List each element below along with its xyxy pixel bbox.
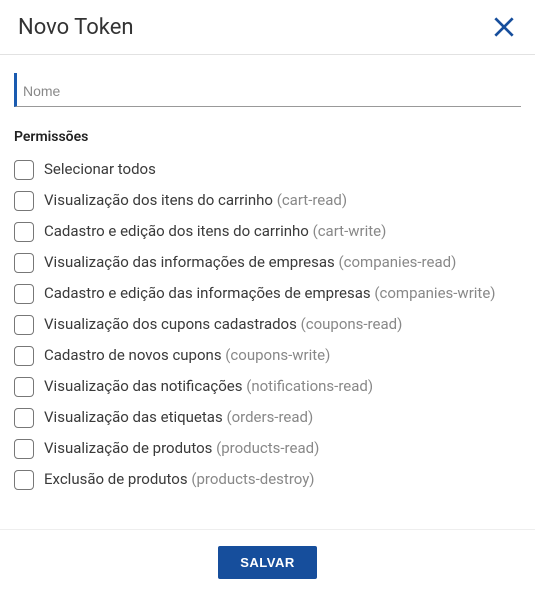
permission-row: Visualização das notificações (notificat…: [14, 376, 521, 397]
permission-label: Selecionar todos: [44, 159, 156, 179]
permission-label-text: Visualização das etiquetas: [44, 408, 223, 426]
permission-row: Selecionar todos: [14, 159, 521, 180]
permission-slug: (coupons-read): [301, 315, 403, 333]
permission-label: Visualização das informações de empresas…: [44, 252, 456, 272]
permission-label-text: Selecionar todos: [44, 160, 156, 178]
permission-slug: (companies-read): [339, 253, 457, 271]
modal-title: Novo Token: [18, 15, 134, 40]
permission-checkbox[interactable]: [14, 191, 34, 211]
permission-slug: (products-destroy): [191, 470, 314, 488]
permission-row: Visualização dos cupons cadastrados (cou…: [14, 314, 521, 335]
permission-label: Exclusão de produtos (products-destroy): [44, 469, 315, 489]
token-modal: Novo Token Permissões Selecionar todos Vi…: [0, 0, 535, 597]
modal-footer: SALVAR: [0, 529, 535, 597]
modal-header: Novo Token: [0, 0, 535, 55]
permission-slug: (notifications-read): [246, 377, 373, 395]
close-icon[interactable]: [491, 14, 517, 40]
permission-checkbox[interactable]: [14, 222, 34, 242]
permissions-label: Permissões: [14, 129, 521, 145]
permission-label-text: Cadastro e edição dos itens do carrinho: [44, 222, 309, 240]
modal-content: Permissões Selecionar todos Visualização …: [0, 55, 535, 529]
permissions-list: Selecionar todos Visualização dos itens d…: [14, 159, 521, 490]
permission-label-text: Exclusão de produtos: [44, 470, 188, 488]
permission-slug: (cart-write): [313, 222, 387, 240]
permission-slug: (coupons-write): [225, 346, 330, 364]
permission-label-text: Visualização das notificações: [44, 377, 242, 395]
permission-checkbox[interactable]: [14, 377, 34, 397]
permission-slug: (products-read): [216, 439, 319, 457]
name-input[interactable]: [23, 83, 515, 99]
permission-checkbox[interactable]: [14, 439, 34, 459]
permission-label-text: Cadastro e edição das informações de emp…: [44, 284, 371, 302]
permission-label: Visualização das notificações (notificat…: [44, 376, 373, 396]
permission-slug: (orders-read): [226, 408, 313, 426]
permission-label-text: Visualização das informações de empresas: [44, 253, 335, 271]
permission-row: Exclusão de produtos (products-destroy): [14, 469, 521, 490]
permission-checkbox[interactable]: [14, 408, 34, 428]
name-input-wrapper: [14, 73, 521, 107]
permission-checkbox[interactable]: [14, 470, 34, 490]
permission-label: Visualização dos itens do carrinho (cart…: [44, 190, 347, 210]
permission-row: Visualização dos itens do carrinho (cart…: [14, 190, 521, 211]
permission-label: Visualização dos cupons cadastrados (cou…: [44, 314, 402, 334]
permission-row: Cadastro e edição das informações de emp…: [14, 283, 521, 304]
permission-row: Cadastro e edição dos itens do carrinho …: [14, 221, 521, 242]
permission-label-text: Visualização de produtos: [44, 439, 212, 457]
permission-label-text: Visualização dos cupons cadastrados: [44, 315, 297, 333]
permission-checkbox[interactable]: [14, 346, 34, 366]
permission-checkbox[interactable]: [14, 284, 34, 304]
permission-label: Cadastro de novos cupons (coupons-write): [44, 345, 330, 365]
permission-checkbox[interactable]: [14, 253, 34, 273]
permission-label: Visualização de produtos (products-read): [44, 438, 319, 458]
save-button[interactable]: SALVAR: [218, 546, 317, 579]
permission-label-text: Cadastro de novos cupons: [44, 346, 222, 364]
permission-slug: (companies-write): [374, 284, 495, 302]
permission-slug: (cart-read): [277, 191, 347, 209]
permission-label-text: Visualização dos itens do carrinho: [44, 191, 273, 209]
permission-label: Visualização das etiquetas (orders-read): [44, 407, 313, 427]
permission-checkbox[interactable]: [14, 315, 34, 335]
permission-label: Cadastro e edição das informações de emp…: [44, 283, 496, 303]
permission-label: Cadastro e edição dos itens do carrinho …: [44, 221, 386, 241]
permission-row: Visualização das etiquetas (orders-read): [14, 407, 521, 428]
permission-row: Cadastro de novos cupons (coupons-write): [14, 345, 521, 366]
permission-row: Visualização das informações de empresas…: [14, 252, 521, 273]
permission-row: Visualização de produtos (products-read): [14, 438, 521, 459]
permission-checkbox[interactable]: [14, 160, 34, 180]
